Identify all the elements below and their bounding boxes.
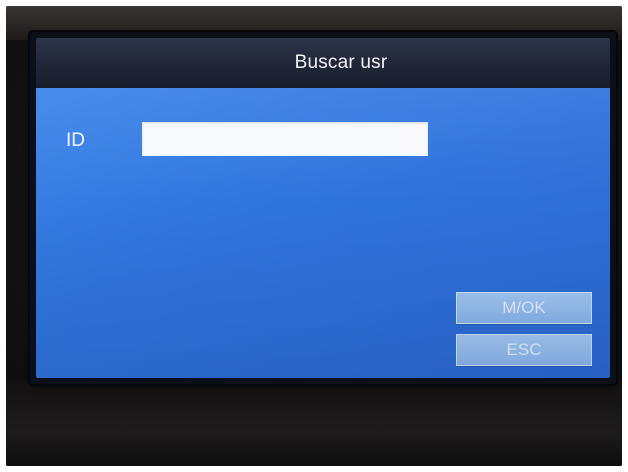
device-bezel-bottom [6, 380, 622, 466]
title-bar: Buscar usr [36, 38, 610, 88]
search-user-panel: ID M/OK ESC [36, 88, 610, 378]
device-screen: Buscar usr ID M/OK ESC [36, 38, 610, 378]
id-label: ID [66, 130, 85, 151]
ok-button[interactable]: M/OK [456, 292, 592, 324]
id-input[interactable] [142, 122, 428, 156]
window-title: Buscar usr [294, 52, 388, 73]
esc-button[interactable]: ESC [456, 334, 592, 366]
